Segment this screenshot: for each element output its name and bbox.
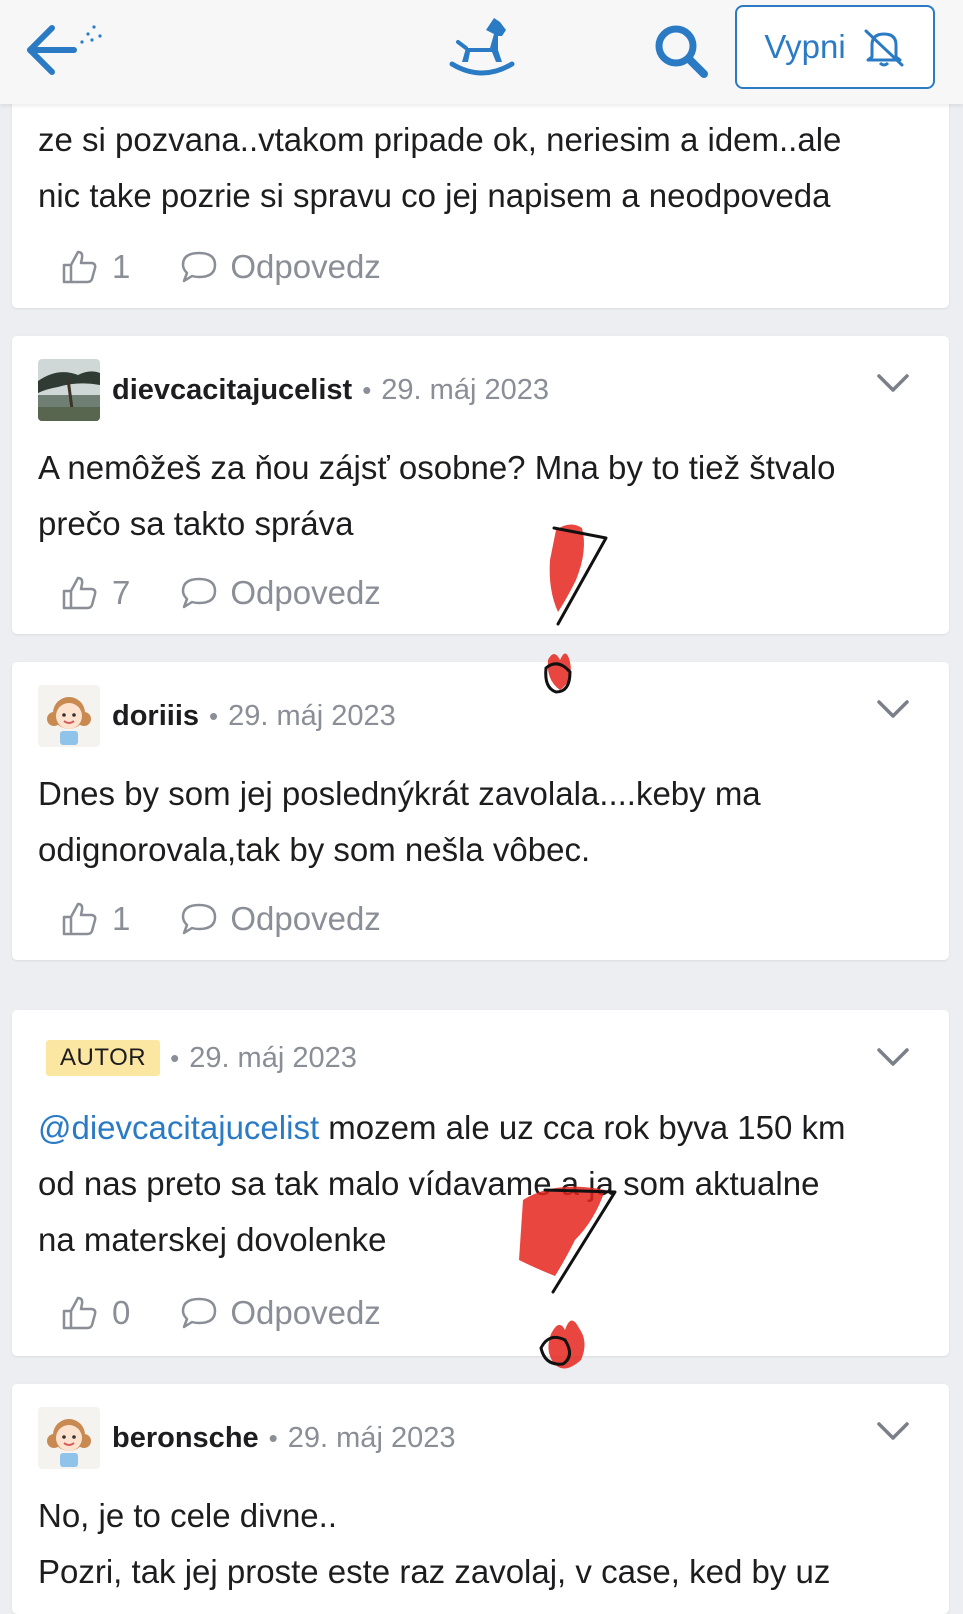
comment-card: beronsche • 29. máj 2023 No, je to cele …	[12, 1384, 949, 1614]
author-name[interactable]: doriiis	[112, 700, 199, 733]
comment-line: prečo sa takto správa	[38, 505, 354, 542]
comment-card: dievcacitajucelist • 29. máj 2023 A nemô…	[12, 336, 949, 634]
comment-header: doriiis • 29. máj 2023	[38, 684, 396, 748]
comment-line: A nemôžeš za ňou zájsť osobne? Mna by to…	[38, 449, 836, 486]
comment-actions: 1 Odpovedz	[60, 242, 381, 292]
comment-text: @dievcacitajucelist mozem ale uz cca rok…	[38, 1100, 928, 1268]
comment-actions: 0 Odpovedz	[60, 1288, 381, 1338]
mute-button-label: Vypni	[764, 28, 846, 65]
author-name[interactable]: beronsche	[112, 1422, 259, 1455]
chevron-down-icon[interactable]	[875, 1420, 911, 1444]
speech-bubble-icon[interactable]	[180, 250, 218, 284]
author-name[interactable]: dievcacitajucelist	[112, 374, 352, 407]
separator-dot: •	[209, 700, 219, 731]
thumbs-up-icon[interactable]	[60, 248, 98, 286]
reply-button[interactable]: Odpovedz	[230, 1294, 380, 1332]
like-count: 1	[112, 248, 131, 285]
like-count: 0	[112, 1294, 131, 1331]
comment-text: Dnes by som jej poslednýkrát zavolala...…	[38, 766, 928, 878]
thumbs-up-icon[interactable]	[60, 574, 98, 612]
comment-header: beronsche • 29. máj 2023	[38, 1406, 455, 1470]
reply-button[interactable]: Odpovedz	[230, 900, 380, 938]
comment-line: No, je to cele divne..	[38, 1497, 337, 1534]
comment-line: od nas preto sa tak malo vídavame a ja s…	[38, 1165, 820, 1202]
comment-actions: 1 Odpovedz	[60, 894, 381, 944]
post-date: 29. máj 2023	[381, 373, 549, 406]
back-arrow-icon[interactable]	[22, 18, 112, 78]
speech-bubble-icon[interactable]	[180, 902, 218, 936]
comment-header: dievcacitajucelist • 29. máj 2023	[38, 358, 549, 422]
post-date: 29. máj 2023	[189, 1041, 357, 1074]
thumbs-up-icon[interactable]	[60, 1294, 98, 1332]
reply-button[interactable]: Odpovedz	[230, 248, 380, 286]
avatar[interactable]	[38, 685, 100, 747]
post-date: 29. máj 2023	[287, 1421, 456, 1454]
comment-text: ze si pozvana..vtakom pripade ok, neries…	[38, 112, 928, 224]
post-date: 29. máj 2023	[228, 699, 396, 732]
comment-line-rest: mozem ale uz cca rok byva 150 km	[319, 1109, 846, 1146]
comment-header: AUTOR • 29. máj 2023	[46, 1026, 357, 1090]
comment-text: A nemôžeš za ňou zájsť osobne? Mna by to…	[38, 440, 928, 552]
comment-card: doriiis • 29. máj 2023 Dnes by som jej p…	[12, 662, 949, 960]
reply-button[interactable]: Odpovedz	[230, 574, 380, 612]
like-count: 1	[112, 900, 131, 937]
comment-card: AUTOR • 29. máj 2023 @dievcacitajucelist…	[12, 1010, 949, 1356]
comment-line: @dievcacitajucelist mozem ale uz cca rok…	[38, 1100, 928, 1156]
comment-line: na materskej dovolenke	[38, 1221, 387, 1258]
separator-dot: •	[362, 374, 372, 405]
mute-notifications-button[interactable]: Vypni	[735, 5, 935, 89]
mention-link[interactable]: @dievcacitajucelist	[38, 1109, 319, 1146]
separator-dot: •	[170, 1042, 180, 1073]
avatar[interactable]	[38, 359, 100, 421]
like-count: 7	[112, 574, 131, 611]
speech-bubble-icon[interactable]	[180, 1296, 218, 1330]
author-badge: AUTOR	[46, 1040, 161, 1076]
rocking-horse-icon[interactable]	[440, 12, 524, 80]
top-bar: Vypni	[0, 0, 963, 104]
comment-text: No, je to cele divne.. Pozri, tak jej pr…	[38, 1488, 928, 1600]
comment-line: Dnes by som jej poslednýkrát zavolala...…	[38, 775, 761, 812]
thumbs-up-icon[interactable]	[60, 900, 98, 938]
chevron-down-icon[interactable]	[875, 1046, 911, 1070]
separator-dot: •	[268, 1422, 278, 1453]
comment-actions: 7 Odpovedz	[60, 568, 381, 618]
comment-line: Pozri, tak jej proste este raz zavolaj, …	[38, 1553, 831, 1590]
comment-line: odignorovala,tak by som nešla vôbec.	[38, 831, 591, 868]
chevron-down-icon[interactable]	[875, 372, 911, 396]
avatar[interactable]	[38, 1407, 100, 1469]
chevron-down-icon[interactable]	[875, 698, 911, 722]
bell-off-icon	[864, 29, 904, 67]
comment-line: nic take pozrie si spravu co jej napisem…	[38, 177, 831, 214]
search-icon[interactable]	[650, 20, 712, 82]
speech-bubble-icon[interactable]	[180, 576, 218, 610]
comment-line: ze si pozvana..vtakom pripade ok, neries…	[38, 121, 842, 158]
